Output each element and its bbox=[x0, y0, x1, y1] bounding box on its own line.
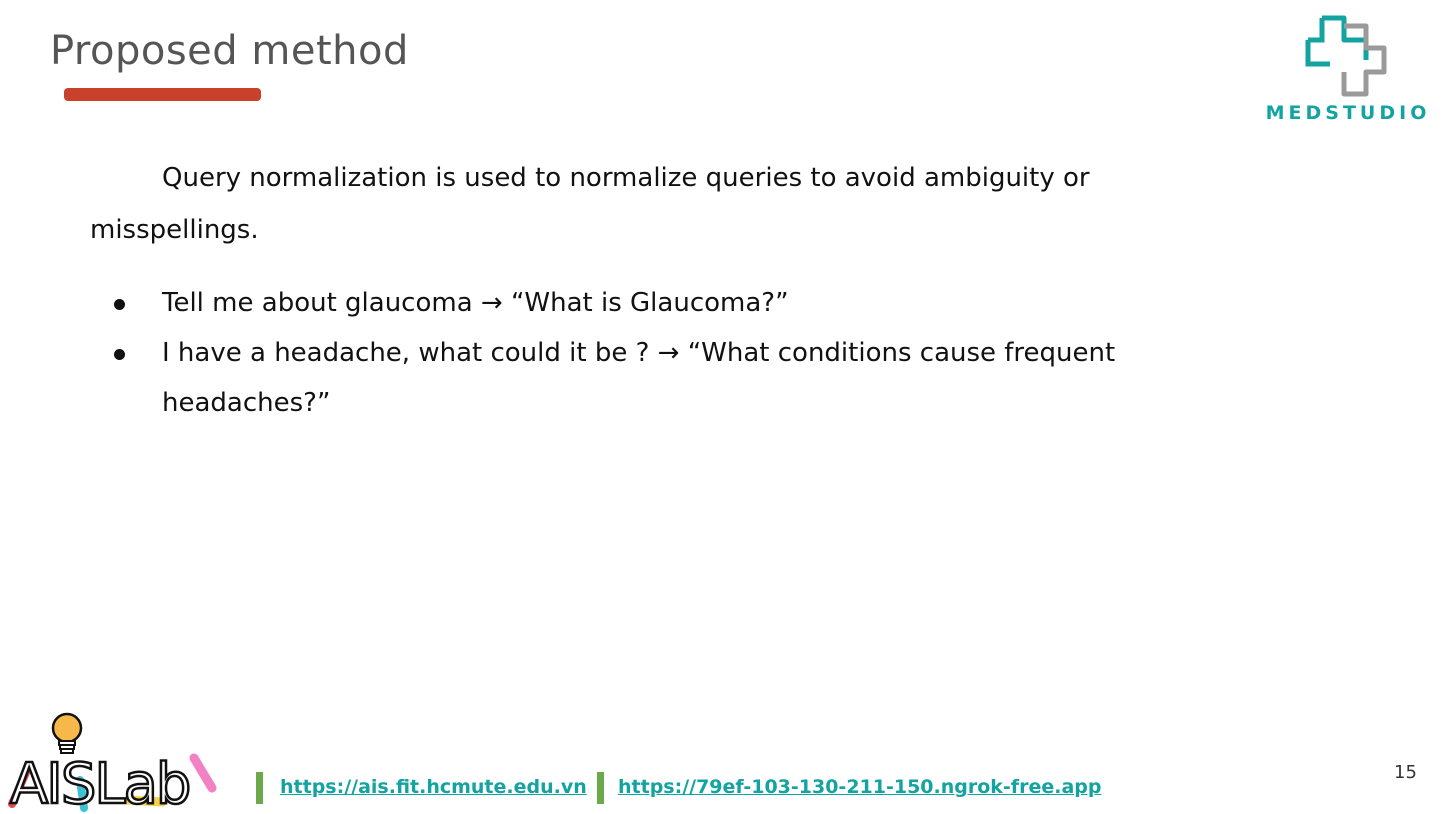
slide-body: Query normalization is used to normalize… bbox=[90, 152, 1250, 428]
bullet-list: Tell me about glaucoma → “What is Glauco… bbox=[90, 278, 1250, 428]
bullet-text: Tell me about glaucoma → “What is Glauco… bbox=[162, 288, 789, 318]
demo-app-link[interactable]: https://79ef-103-130-211-150.ngrok-free.… bbox=[618, 776, 1101, 798]
footer-divider bbox=[256, 772, 263, 804]
page-number: 15 bbox=[1394, 762, 1417, 783]
footer-divider bbox=[597, 772, 604, 804]
bullet-icon bbox=[114, 349, 125, 360]
bullet-text: I have a headache, what could it be ? → … bbox=[162, 338, 1116, 418]
ais-website-link[interactable]: https://ais.fit.hcmute.edu.vn bbox=[280, 776, 587, 798]
intro-paragraph: Query normalization is used to normalize… bbox=[90, 163, 1090, 245]
list-item: Tell me about glaucoma → “What is Glauco… bbox=[90, 278, 1250, 328]
medstudio-wordmark: MEDSTUDIO bbox=[1265, 102, 1431, 124]
list-item: I have a headache, what could it be ? → … bbox=[90, 328, 1250, 428]
aislab-logo: AISLab bbox=[6, 712, 246, 814]
medical-cross-icon bbox=[1305, 15, 1387, 97]
slide-title: Proposed method bbox=[50, 28, 409, 74]
title-underline bbox=[64, 88, 261, 101]
aislab-wordmark: AISLab bbox=[9, 751, 193, 814]
bullet-icon bbox=[114, 299, 125, 310]
medstudio-logo: MEDSTUDIO bbox=[1258, 14, 1438, 126]
